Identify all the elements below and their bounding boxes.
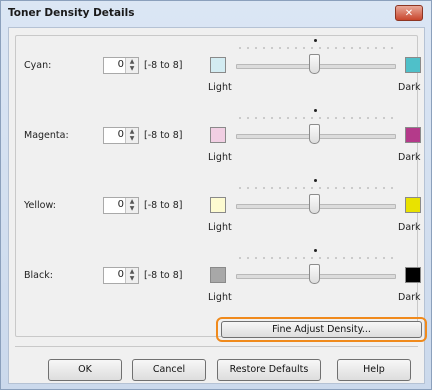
ok-button[interactable]: OK (48, 359, 122, 381)
density-group: Cyan: 0 ▲ ▼ [-8 to 8] Light Dark Magenta: (15, 35, 427, 342)
light-label: Light (208, 152, 232, 163)
range-text: [-8 to 8] (144, 130, 183, 141)
magenta-slider-thumb[interactable] (309, 124, 320, 144)
cyan-dark-swatch (405, 57, 421, 73)
range-text: [-8 to 8] (144, 270, 183, 281)
button-separator (15, 346, 418, 347)
down-arrow-icon[interactable]: ▼ (126, 275, 138, 282)
dark-label: Dark (398, 292, 421, 303)
stepper-value[interactable]: 0 (118, 269, 124, 280)
center-tick-mark (314, 39, 317, 42)
restore-defaults-button[interactable]: Restore Defaults (217, 359, 321, 381)
dialog-title: Toner Density Details (8, 7, 135, 19)
dark-label: Dark (398, 152, 421, 163)
stepper-arrows[interactable]: ▲ ▼ (125, 268, 138, 283)
yellow-dark-swatch (405, 197, 421, 213)
cyan-value-stepper[interactable]: 0 ▲ ▼ (103, 57, 139, 74)
range-text: [-8 to 8] (144, 60, 183, 71)
help-button[interactable]: Help (337, 359, 411, 381)
magenta-value-stepper[interactable]: 0 ▲ ▼ (103, 127, 139, 144)
title-bar[interactable]: Toner Density Details ✕ (1, 1, 431, 25)
center-tick-mark (314, 249, 317, 252)
fine-adjust-density-button[interactable]: Fine Adjust Density... (221, 321, 422, 338)
black-dark-swatch (405, 267, 421, 283)
channel-label: Yellow: (24, 200, 56, 211)
up-arrow-icon[interactable]: ▲ (126, 58, 138, 65)
dark-label: Dark (398, 82, 421, 93)
yellow-slider-thumb[interactable] (309, 194, 320, 214)
stepper-value[interactable]: 0 (118, 199, 124, 210)
stepper-arrows[interactable]: ▲ ▼ (125, 128, 138, 143)
cancel-button[interactable]: Cancel (132, 359, 206, 381)
stepper-value[interactable]: 0 (118, 59, 124, 70)
black-light-swatch (210, 267, 226, 283)
channel-row-black: Black: 0 ▲ ▼ [-8 to 8] Light Dark (16, 246, 421, 306)
slider-ticks (236, 116, 394, 120)
stepper-arrows[interactable]: ▲ ▼ (125, 58, 138, 73)
up-arrow-icon[interactable]: ▲ (126, 128, 138, 135)
cyan-light-swatch (210, 57, 226, 73)
close-button[interactable]: ✕ (395, 5, 423, 21)
up-arrow-icon[interactable]: ▲ (126, 268, 138, 275)
dark-label: Dark (398, 222, 421, 233)
toner-density-dialog: Toner Density Details ✕ Cyan: 0 ▲ ▼ [-8 t… (0, 0, 432, 390)
yellow-light-swatch (210, 197, 226, 213)
stepper-arrows[interactable]: ▲ ▼ (125, 198, 138, 213)
slider-ticks (236, 46, 394, 50)
range-text: [-8 to 8] (144, 200, 183, 211)
down-arrow-icon[interactable]: ▼ (126, 65, 138, 72)
dialog-body: Cyan: 0 ▲ ▼ [-8 to 8] Light Dark Magenta: (8, 27, 427, 384)
channel-row-magenta: Magenta: 0 ▲ ▼ [-8 to 8] Light Dark (16, 106, 421, 166)
light-label: Light (208, 292, 232, 303)
magenta-dark-swatch (405, 127, 421, 143)
center-tick-mark (314, 109, 317, 112)
light-label: Light (208, 222, 232, 233)
down-arrow-icon[interactable]: ▼ (126, 135, 138, 142)
slider-ticks (236, 186, 394, 190)
channel-label: Cyan: (24, 60, 52, 71)
cyan-slider-thumb[interactable] (309, 54, 320, 74)
down-arrow-icon[interactable]: ▼ (126, 205, 138, 212)
channel-row-yellow: Yellow: 0 ▲ ▼ [-8 to 8] Light Dark (16, 176, 421, 236)
magenta-light-swatch (210, 127, 226, 143)
yellow-value-stepper[interactable]: 0 ▲ ▼ (103, 197, 139, 214)
channel-label: Magenta: (24, 130, 69, 141)
up-arrow-icon[interactable]: ▲ (126, 198, 138, 205)
light-label: Light (208, 82, 232, 93)
channel-label: Black: (24, 270, 53, 281)
slider-ticks (236, 256, 394, 260)
channel-row-cyan: Cyan: 0 ▲ ▼ [-8 to 8] Light Dark (16, 36, 421, 96)
stepper-value[interactable]: 0 (118, 129, 124, 140)
center-tick-mark (314, 179, 317, 182)
black-slider-thumb[interactable] (309, 264, 320, 284)
black-value-stepper[interactable]: 0 ▲ ▼ (103, 267, 139, 284)
